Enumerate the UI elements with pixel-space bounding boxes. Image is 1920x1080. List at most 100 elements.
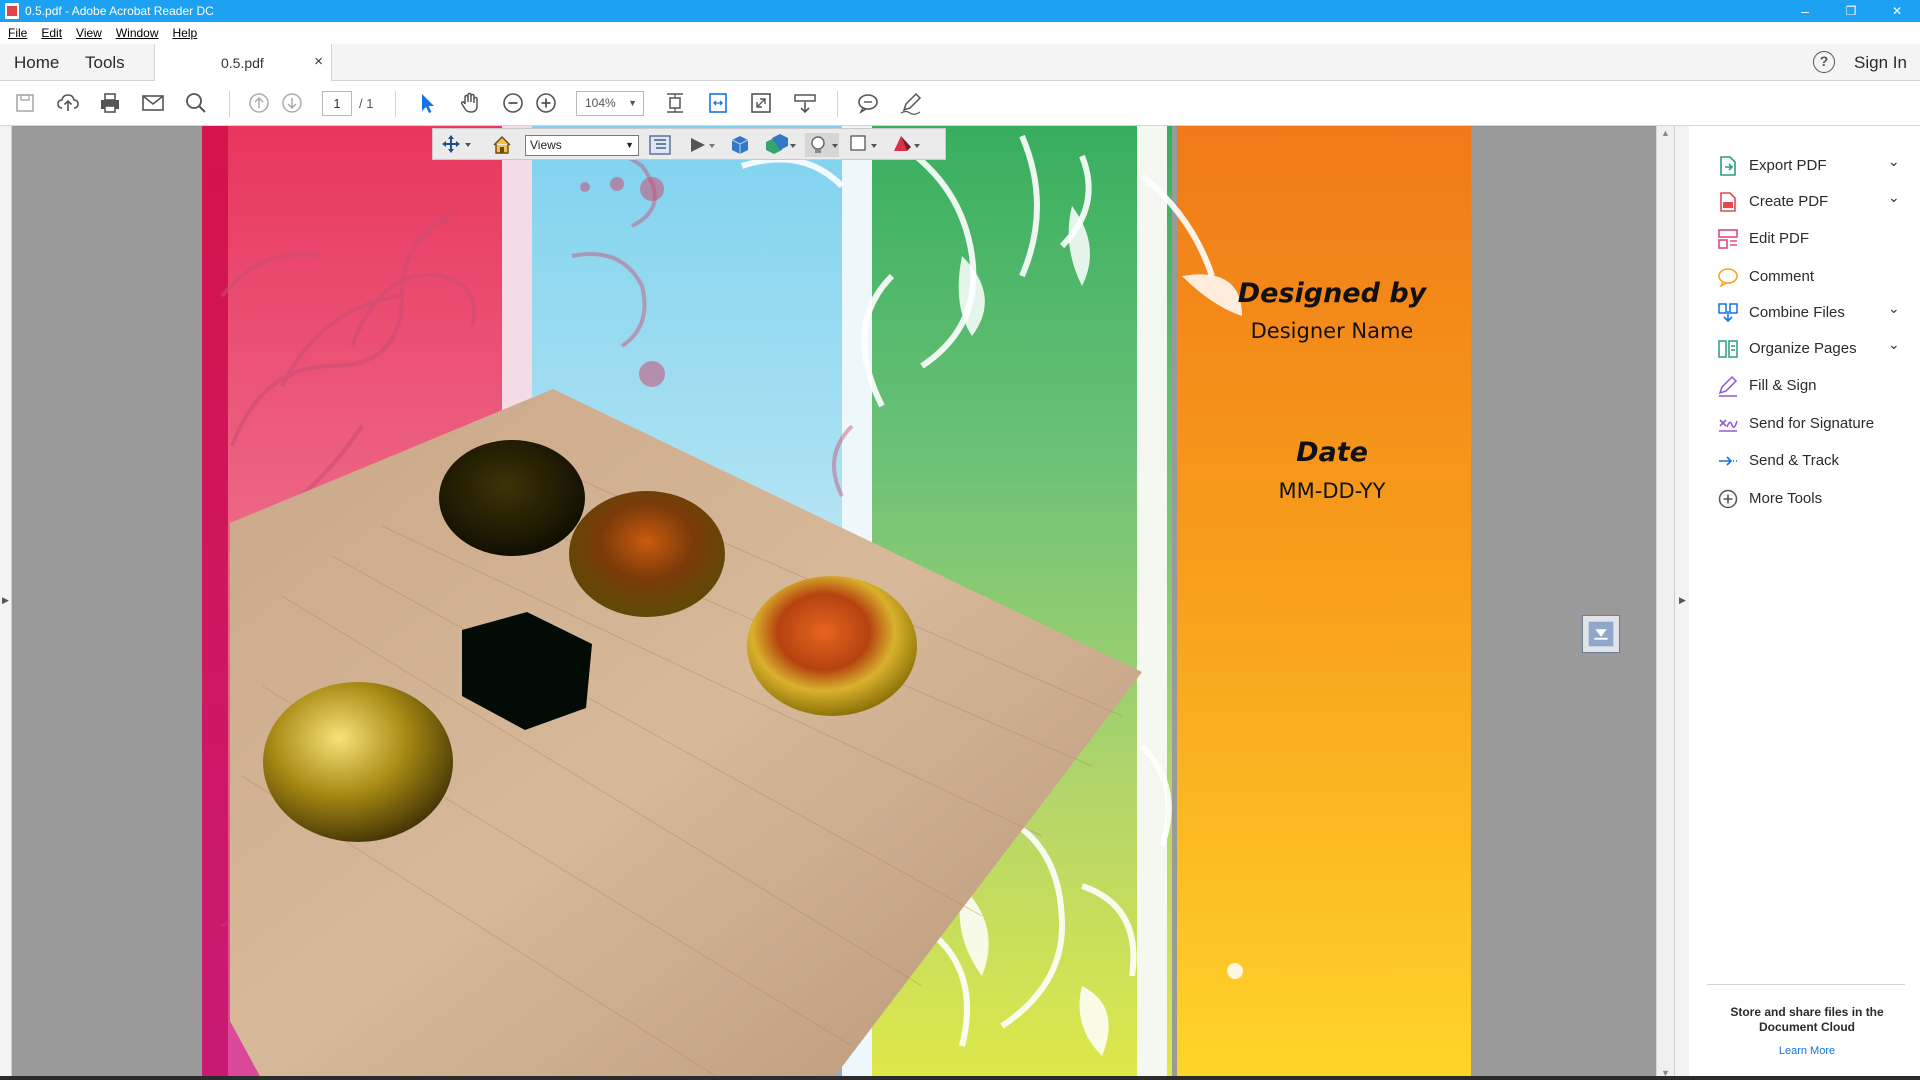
designed-by-heading: Designed by: [1237, 278, 1427, 309]
rotate-tool-icon[interactable]: [439, 133, 473, 157]
document-viewer[interactable]: ▶ Designed by Designer Name Date MM-DD-Y…: [0, 126, 1689, 1080]
help-icon[interactable]: ?: [1813, 51, 1835, 73]
chevron-down-icon[interactable]: ⌄: [1888, 153, 1900, 170]
tab-document[interactable]: 0.5.pdf ×: [154, 44, 332, 82]
tool-label: Comment: [1749, 268, 1815, 285]
menu-help[interactable]: Help: [165, 26, 204, 40]
right-pane-toggle[interactable]: ▶: [1674, 126, 1689, 1080]
email-icon[interactable]: [140, 90, 166, 116]
tool-comment[interactable]: Comment: [1689, 260, 1920, 294]
comment-tool-icon[interactable]: [855, 90, 881, 116]
upload-cloud-icon[interactable]: [55, 90, 81, 116]
tab-tools[interactable]: Tools: [85, 44, 125, 81]
tool-label: Export PDF: [1749, 157, 1827, 174]
create-pdf-icon: [1717, 191, 1739, 213]
chevron-down-icon: ▼: [628, 98, 637, 108]
tool-label: Fill & Sign: [1749, 377, 1817, 394]
export-pdf-icon: [1717, 155, 1739, 177]
home-view-icon[interactable]: [489, 133, 515, 157]
background-color-icon[interactable]: [847, 133, 881, 157]
render-mode-icon[interactable]: [763, 133, 797, 157]
3d-toolbar: Views ▼: [432, 128, 946, 160]
tool-export-pdf[interactable]: Export PDF ⌄: [1689, 149, 1920, 183]
date-heading: Date: [1296, 437, 1368, 468]
taskbar-edge: [0, 1076, 1920, 1080]
zoom-out-icon[interactable]: [500, 90, 526, 116]
page-total: / 1: [359, 96, 374, 111]
chevron-down-icon[interactable]: ⌄: [1888, 336, 1900, 353]
menu-file[interactable]: File: [0, 26, 33, 40]
tool-label: Combine Files: [1749, 304, 1845, 321]
organize-pages-icon: [1717, 338, 1739, 360]
cross-section-icon[interactable]: [889, 133, 923, 157]
orange-dome: [747, 576, 917, 716]
print-icon[interactable]: [97, 90, 123, 116]
tool-label: Edit PDF: [1749, 230, 1810, 247]
dark-dome: [439, 440, 585, 556]
combine-files-icon: [1717, 302, 1739, 324]
play-animation-icon[interactable]: [685, 133, 719, 157]
menu-bar: File Edit View Window Help: [0, 22, 1920, 44]
fill-sign-icon: [1717, 375, 1739, 397]
model-tree-icon[interactable]: [647, 133, 673, 157]
sign-pen-icon[interactable]: [898, 90, 924, 116]
learn-more-link[interactable]: Learn More: [1709, 1045, 1905, 1057]
tool-label: Organize Pages: [1749, 340, 1857, 357]
window-controls: – ❐ ✕: [1782, 0, 1920, 22]
next-page-icon[interactable]: [279, 90, 305, 116]
tool-organize-pages[interactable]: Organize Pages ⌄: [1689, 332, 1920, 366]
tool-label: More Tools: [1749, 490, 1823, 507]
chevron-down-icon[interactable]: ⌄: [1888, 189, 1900, 206]
tool-edit-pdf[interactable]: Edit PDF: [1689, 222, 1920, 256]
views-dropdown-label: Views: [530, 138, 562, 152]
toolbar-separator: [837, 91, 838, 117]
restore-button[interactable]: ❐: [1828, 0, 1874, 22]
hand-tool-icon[interactable]: [457, 90, 483, 116]
document-tab-label: 0.5.pdf: [221, 55, 264, 71]
vertical-scrollbar[interactable]: ▲ ▼: [1656, 126, 1674, 1080]
zoom-level-dropdown[interactable]: 104% ▼: [576, 91, 644, 116]
menu-window[interactable]: Window: [108, 26, 165, 40]
tool-more-tools[interactable]: More Tools: [1689, 482, 1920, 516]
comment-icon: [1717, 266, 1739, 288]
left-pane-toggle[interactable]: ▶: [0, 126, 12, 1080]
menu-view[interactable]: View: [68, 26, 108, 40]
menu-edit[interactable]: Edit: [33, 26, 68, 40]
lighting-icon[interactable]: [805, 133, 839, 157]
close-tab-icon[interactable]: ×: [314, 53, 323, 70]
projection-icon[interactable]: [727, 133, 753, 157]
select-cursor-icon[interactable]: [414, 90, 440, 116]
gold-dome: [263, 682, 453, 842]
chevron-right-icon: ▶: [1679, 595, 1686, 605]
tab-home[interactable]: Home: [14, 44, 59, 81]
scroll-up-arrow-icon[interactable]: ▲: [1661, 128, 1670, 138]
full-screen-icon[interactable]: [748, 90, 774, 116]
fit-page-icon[interactable]: [662, 90, 688, 116]
tool-label: Send & Track: [1749, 452, 1840, 469]
scroll-down-button[interactable]: [1582, 615, 1620, 653]
previous-page-icon[interactable]: [246, 90, 272, 116]
fit-width-icon[interactable]: [705, 90, 731, 116]
minimize-button[interactable]: –: [1782, 0, 1828, 22]
tool-combine-files[interactable]: Combine Files ⌄: [1689, 296, 1920, 330]
close-window-button[interactable]: ✕: [1874, 0, 1920, 22]
floral-decoration: [220, 134, 1243, 1080]
sign-in-link[interactable]: Sign In: [1854, 53, 1907, 73]
window-title: 0.5.pdf - Adobe Acrobat Reader DC: [25, 4, 214, 18]
save-icon[interactable]: [12, 90, 38, 116]
zoom-in-icon[interactable]: [533, 90, 559, 116]
send-signature-icon: [1717, 413, 1739, 435]
scrolling-mode-icon[interactable]: [792, 90, 818, 116]
document-cloud-promo: Store and share files in the Document Cl…: [1730, 1005, 1884, 1034]
bronze-dome: [569, 491, 725, 617]
zoom-level-value: 104%: [585, 96, 616, 110]
chevron-down-icon[interactable]: ⌄: [1888, 300, 1900, 317]
tool-send-for-signature[interactable]: Send for Signature: [1689, 407, 1920, 441]
page-number-input[interactable]: 1: [322, 91, 352, 116]
search-icon[interactable]: [183, 90, 209, 116]
acrobat-app-icon: [5, 3, 19, 19]
views-dropdown[interactable]: Views ▼: [525, 135, 639, 156]
tool-fill-sign[interactable]: Fill & Sign: [1689, 369, 1920, 403]
tool-create-pdf[interactable]: Create PDF ⌄: [1689, 185, 1920, 219]
tool-send-track[interactable]: Send & Track: [1689, 444, 1920, 478]
